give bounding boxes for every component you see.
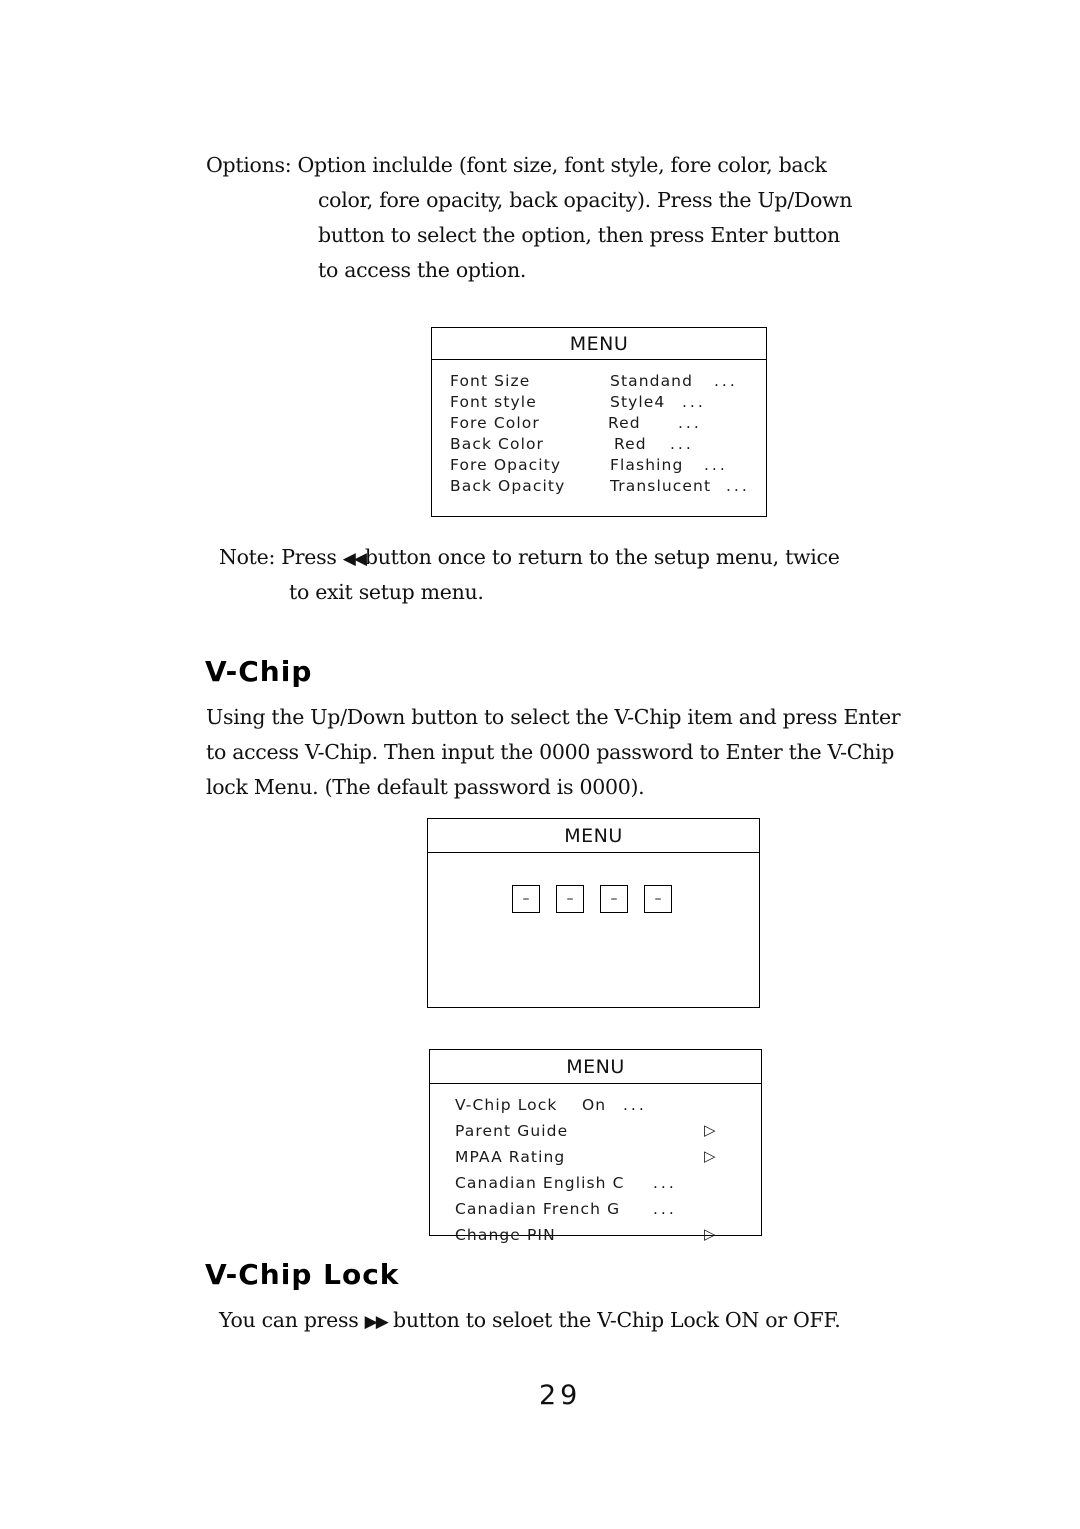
menu-item-font-style[interactable]: Font style Style4 ... (450, 393, 766, 414)
font-options-menu: MENU Font Size Standand ... Font style S… (431, 327, 767, 517)
menu-item-canadian-french[interactable]: Canadian French G ... (455, 1200, 761, 1226)
submenu-arrow-icon: ▷ (704, 1225, 717, 1243)
page-number: 29 (539, 1380, 582, 1411)
submenu-arrow-icon: ▷ (704, 1121, 717, 1139)
note-paragraph-line-2: to exit setup menu. (289, 580, 484, 604)
menu-item-dots: ... (714, 372, 738, 390)
menu-item-label: Fore Opacity (450, 456, 562, 474)
font-options-menu-titlebar: MENU (432, 328, 766, 360)
rewind-icon: ◀◀ (342, 549, 367, 569)
menu-item-back-color[interactable]: Back Color Red ... (450, 435, 766, 456)
menu-item-value: Red (608, 414, 641, 432)
options-paragraph-line-4: to access the option. (318, 258, 527, 282)
menu-item-label: Change PIN (455, 1226, 556, 1244)
vchip-menu-titlebar: MENU (430, 1050, 761, 1084)
options-paragraph-line-3: button to select the option, then press … (318, 223, 840, 247)
vchip-paragraph-line-2: to access V-Chip. Then input the 0000 pa… (206, 740, 895, 764)
menu-item-dots: ... (678, 414, 702, 432)
menu-item-value: Translucent (610, 477, 712, 495)
menu-item-mpaa-rating[interactable]: MPAA Rating ▷ (455, 1147, 761, 1174)
menu-item-change-pin[interactable]: Change PIN ▷ (455, 1225, 761, 1252)
options-paragraph-line-2: color, fore opacity, back opacity). Pres… (318, 188, 853, 212)
menu-item-label: V-Chip Lock (455, 1096, 558, 1114)
vchip-menu: MENU V-Chip Lock On ... Parent Guide ▷ M… (429, 1049, 762, 1244)
menu-item-parent-guide[interactable]: Parent Guide ▷ (455, 1121, 761, 1148)
menu-item-label: Font style (450, 393, 537, 411)
password-menu: MENU – – – – (427, 818, 760, 1008)
menu-item-dots: ... (726, 477, 750, 495)
menu-item-fore-opacity[interactable]: Fore Opacity Flashing ... (450, 456, 766, 477)
menu-item-value: Style4 (610, 393, 666, 411)
note-paragraph-line-1: Note: Press ◀◀button once to return to t… (219, 540, 840, 577)
menu-item-value: Standand (610, 372, 694, 390)
pin-entry-row[interactable]: – – – – (512, 885, 672, 913)
vchip-paragraph-line-1: Using the Up/Down button to select the V… (206, 705, 901, 729)
pin-digit-1[interactable]: – (512, 885, 540, 913)
menu-item-label: Back Opacity (450, 477, 566, 495)
menu-item-dots: ... (670, 435, 694, 453)
note-text-before-icon: Note: Press (219, 545, 343, 569)
vchip-lock-text-before-icon: You can press (219, 1308, 365, 1332)
pin-digit-3[interactable]: – (600, 885, 628, 913)
menu-item-dots: ... (653, 1174, 677, 1192)
vchip-menu-body: V-Chip Lock On ... Parent Guide ▷ MPAA R… (430, 1084, 761, 1252)
menu-item-dots: ... (682, 393, 706, 411)
menu-item-label: Canadian French G (455, 1200, 621, 1218)
options-paragraph-line-1: Options: Option inclulde (font size, fon… (206, 153, 827, 177)
vchip-menu-title: MENU (566, 1055, 625, 1078)
font-options-menu-title: MENU (569, 332, 629, 355)
font-options-menu-body: Font Size Standand ... Font style Style4… (432, 360, 766, 498)
menu-item-fore-color[interactable]: Fore Color Red ... (450, 414, 766, 435)
menu-item-vchip-lock[interactable]: V-Chip Lock On ... (455, 1096, 761, 1122)
pin-digit-2[interactable]: – (556, 885, 584, 913)
vchip-lock-paragraph: You can press ▶▶ button to seloet the V-… (219, 1303, 841, 1340)
vchip-lock-text-after-icon: button to seloet the V-Chip Lock ON or O… (386, 1308, 841, 1332)
vchip-heading: V-Chip (205, 655, 313, 688)
menu-item-label: Parent Guide (455, 1122, 569, 1140)
menu-item-value: Flashing (610, 456, 684, 474)
menu-item-dots: ... (623, 1096, 647, 1114)
submenu-arrow-icon: ▷ (704, 1147, 717, 1165)
menu-item-font-size[interactable]: Font Size Standand ... (450, 372, 766, 393)
menu-item-back-opacity[interactable]: Back Opacity Translucent ... (450, 477, 766, 498)
password-menu-body: – – – – (428, 853, 759, 1007)
menu-item-dots: ... (704, 456, 728, 474)
password-menu-title: MENU (564, 824, 623, 847)
pin-digit-4[interactable]: – (644, 885, 672, 913)
menu-item-label: Back Color (450, 435, 545, 453)
password-menu-titlebar: MENU (428, 819, 759, 853)
fast-forward-icon: ▶▶ (364, 1312, 389, 1332)
menu-item-label: Canadian English C (455, 1174, 625, 1192)
note-text-after-icon: button once to return to the setup menu,… (364, 545, 840, 569)
menu-item-dots: ... (653, 1200, 677, 1218)
menu-item-label: Font Size (450, 372, 531, 390)
vchip-paragraph-line-3: lock Menu. (The default password is 0000… (206, 775, 645, 799)
manual-page: Options: Option inclulde (font size, fon… (0, 0, 1080, 1529)
menu-item-label: MPAA Rating (455, 1148, 566, 1166)
menu-item-canadian-english[interactable]: Canadian English C ... (455, 1174, 761, 1200)
menu-item-value: Red (614, 435, 647, 453)
menu-item-value: On (582, 1096, 607, 1114)
vchip-lock-heading: V-Chip Lock (205, 1258, 400, 1291)
menu-item-label: Fore Color (450, 414, 540, 432)
